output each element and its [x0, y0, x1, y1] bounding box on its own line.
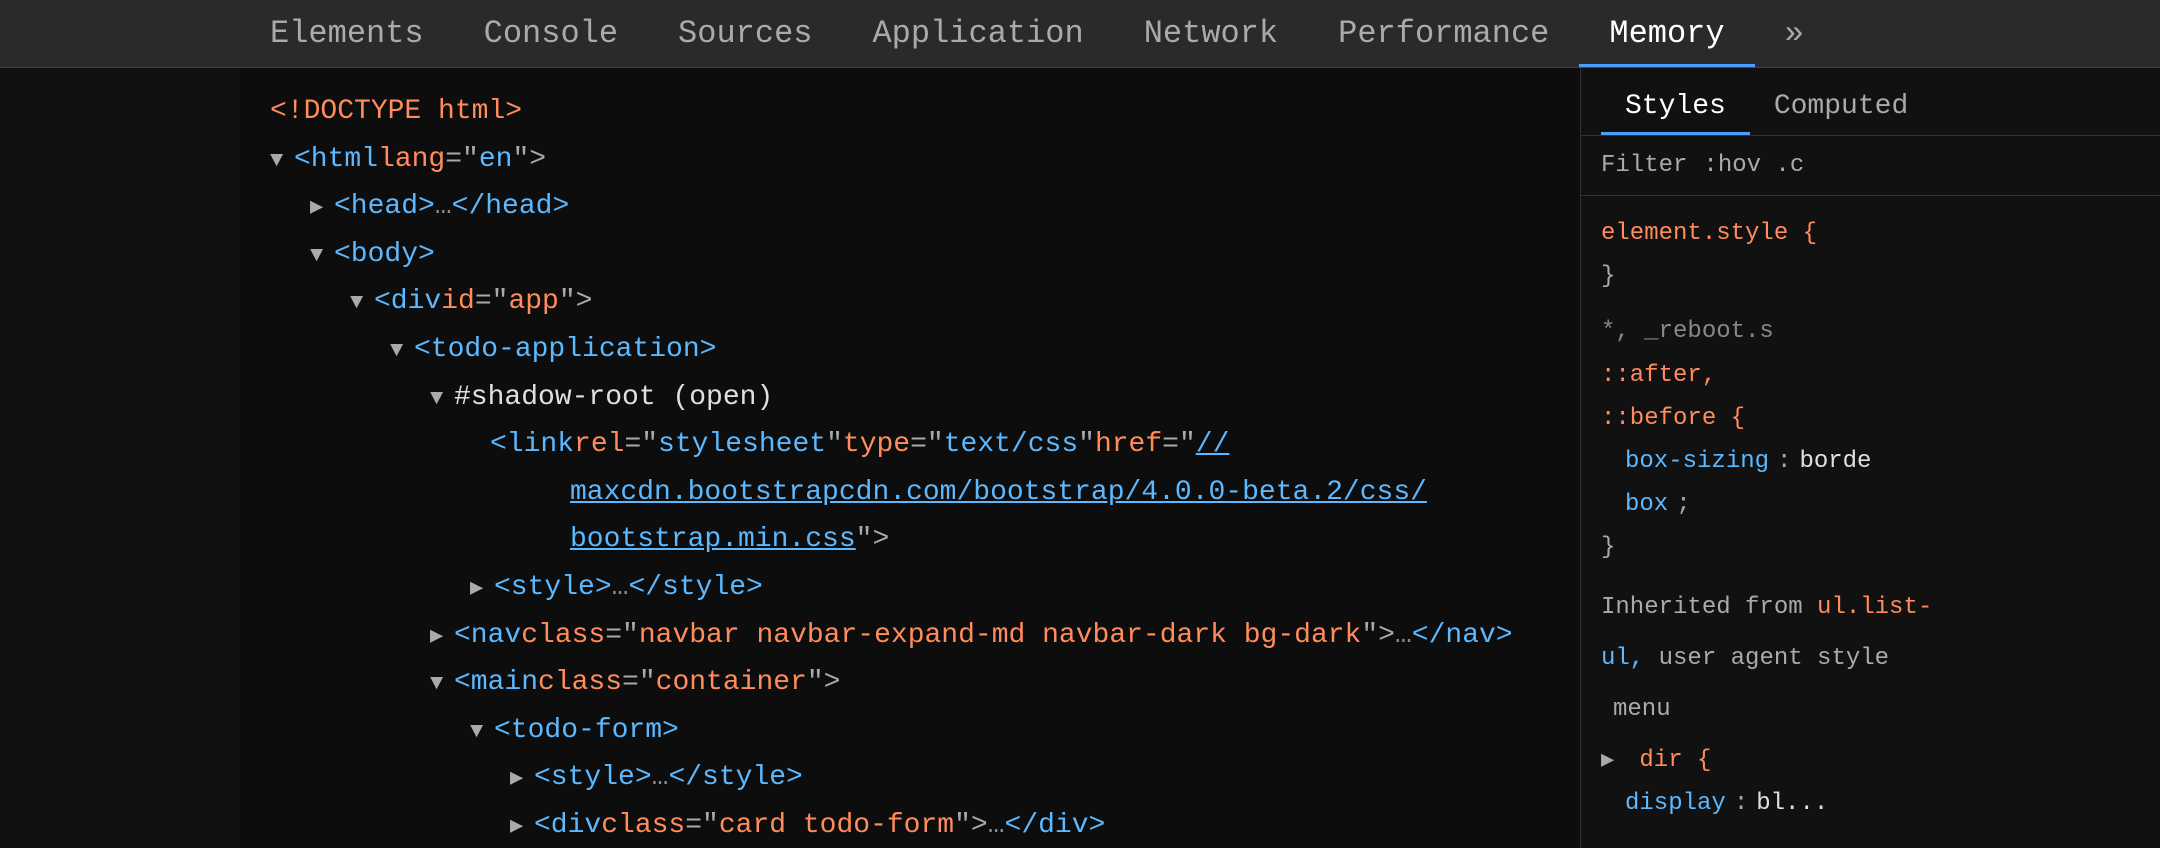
expand-shadow-icon[interactable] [430, 380, 450, 417]
dom-line-style1[interactable]: <style> … </style> [270, 564, 1550, 612]
expand-dir-icon[interactable] [1601, 741, 1621, 781]
tab-styles[interactable]: Styles [1601, 81, 1750, 135]
dom-line-body[interactable]: <body> [270, 231, 1550, 279]
dom-line-div-card[interactable]: <div class =" card todo-form "> … </div> [270, 802, 1550, 848]
tab-application[interactable]: Application [842, 3, 1113, 67]
tab-memory[interactable]: Memory [1579, 3, 1754, 67]
dom-line-head[interactable]: <head> … </head> [270, 183, 1550, 231]
dom-line-link3: bootstrap.min.css "> [270, 516, 1550, 564]
expand-main-icon[interactable] [430, 665, 450, 702]
dom-line-link: <link rel =" stylesheet " type =" text/c… [270, 421, 1550, 469]
dom-line-shadow[interactable]: #shadow-root (open) [270, 374, 1550, 422]
tab-sources[interactable]: Sources [648, 3, 842, 67]
tab-computed[interactable]: Computed [1750, 81, 1932, 135]
dom-line-todo-form[interactable]: <todo-form> [270, 707, 1550, 755]
styles-panel: Styles Computed Filter :hov .c element.s… [1580, 68, 2160, 848]
expand-div-card-icon[interactable] [510, 808, 530, 845]
styles-filter-bar[interactable]: Filter :hov .c [1581, 136, 2160, 196]
styles-content: element.style { } *, _reboot.s ::after, … [1581, 196, 2160, 848]
reboot-rule: *, _reboot.s ::after, ::before { box-siz… [1601, 310, 2140, 569]
tab-elements[interactable]: Elements [240, 3, 454, 67]
styles-tab-bar: Styles Computed [1581, 68, 2160, 136]
main-area: <!DOCTYPE html> <html lang =" en "> <hea… [0, 68, 2160, 848]
expand-todo-form-icon[interactable] [470, 713, 490, 750]
tab-performance[interactable]: Performance [1308, 3, 1579, 67]
expand-nav-icon[interactable] [430, 618, 450, 655]
left-sidebar [0, 68, 240, 848]
element-style-rule: element.style { } [1601, 212, 2140, 298]
dom-line-div-app[interactable]: <div id =" app "> [270, 278, 1550, 326]
tab-console[interactable]: Console [454, 3, 648, 67]
dom-line-link2: maxcdn.bootstrapcdn.com/bootstrap/4.0.0-… [270, 469, 1550, 517]
tab-network[interactable]: Network [1114, 3, 1308, 67]
inherited-detail: ul, user agent style [1601, 637, 2140, 680]
dom-line-todo-app[interactable]: <todo-application> [270, 326, 1550, 374]
dom-line-doctype: <!DOCTYPE html> [270, 88, 1550, 136]
inherited-header: Inherited from ul.list- [1601, 586, 2140, 629]
expand-todo-app-icon[interactable] [390, 332, 410, 369]
dom-line-main[interactable]: <main class =" container "> [270, 659, 1550, 707]
filter-label: Filter [1601, 152, 1687, 179]
expand-style2-icon[interactable] [510, 760, 530, 797]
dom-line-nav[interactable]: <nav class =" navbar navbar-expand-md na… [270, 612, 1550, 660]
expand-div-app-icon[interactable] [350, 284, 370, 321]
expand-head-icon[interactable] [310, 189, 330, 226]
inherited-menu: menu [1601, 688, 2140, 731]
tab-bar: Elements Console Sources Application Net… [0, 0, 2160, 68]
dom-panel[interactable]: <!DOCTYPE html> <html lang =" en "> <hea… [240, 68, 1580, 848]
dom-line-style2[interactable]: <style> … </style> [270, 754, 1550, 802]
dir-rule: dir { [1601, 739, 2140, 782]
display-prop: display : bl... [1601, 782, 2140, 825]
tab-more[interactable]: » [1755, 3, 1834, 67]
expand-style1-icon[interactable] [470, 570, 490, 607]
dom-line-html[interactable]: <html lang =" en "> [270, 136, 1550, 184]
filter-hint[interactable]: :hov .c [1703, 152, 1804, 179]
expand-html-icon[interactable] [270, 142, 290, 179]
expand-body-icon[interactable] [310, 237, 330, 274]
